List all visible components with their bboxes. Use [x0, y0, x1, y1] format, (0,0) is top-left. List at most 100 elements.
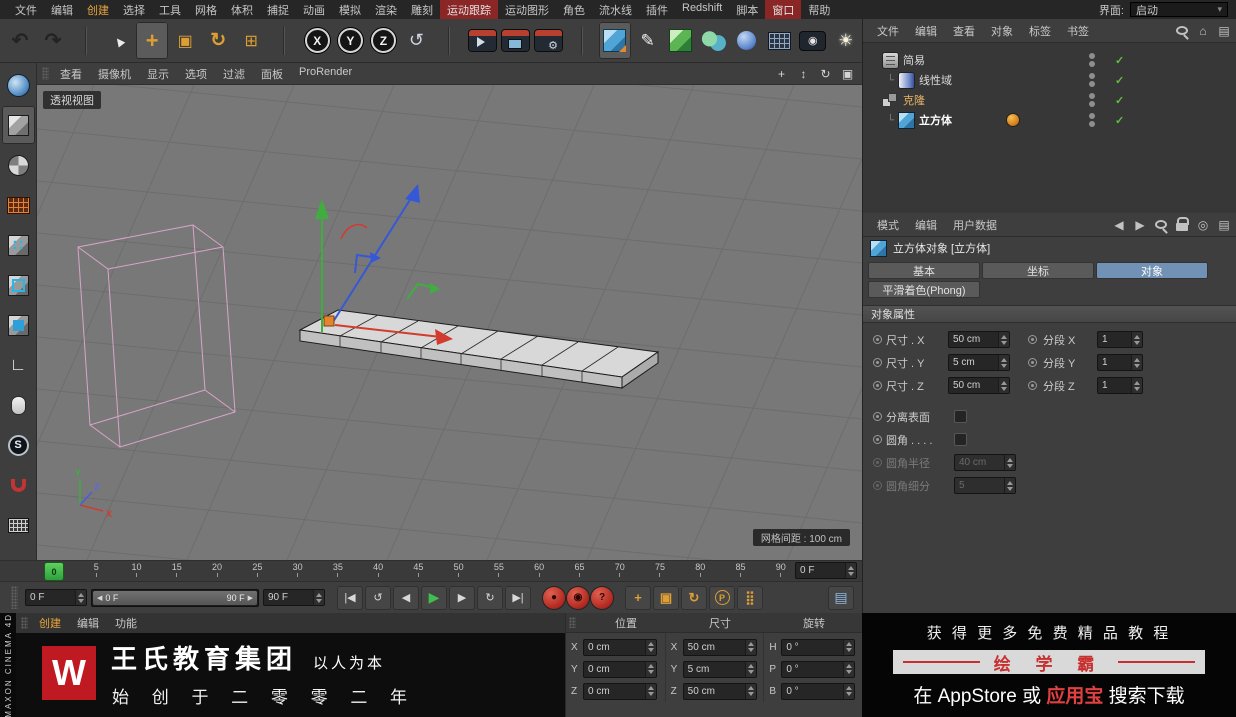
object-label[interactable]: 克隆 — [903, 92, 925, 108]
viewport-menu-options[interactable]: 选项 — [177, 63, 215, 85]
range-right-arrow-icon[interactable]: ▶ — [248, 594, 253, 602]
last-tool-button[interactable]: ⊞ — [235, 22, 267, 59]
animation-dot[interactable] — [873, 412, 882, 421]
enabled-toggle[interactable]: ✓ — [1115, 74, 1124, 87]
spinner[interactable] — [1131, 355, 1142, 370]
instance-button[interactable] — [698, 22, 730, 59]
viewport-menu-display[interactable]: 显示 — [139, 63, 177, 85]
goto-start-button[interactable]: |◀ — [337, 585, 363, 610]
points-mode-button[interactable] — [2, 226, 35, 264]
primitive-cube-button[interactable] — [598, 22, 631, 59]
timeline-tick[interactable]: 30 — [287, 562, 309, 581]
polygons-mode-button[interactable] — [2, 306, 35, 344]
loop-button[interactable]: ↻ — [477, 585, 503, 610]
animation-dot[interactable] — [1028, 335, 1037, 344]
size-y-field[interactable]: 5 cm — [948, 354, 1010, 371]
menubar-item-help[interactable]: 帮助 — [801, 0, 837, 20]
spinner[interactable] — [1131, 378, 1142, 393]
menubar-item-file[interactable]: 文件 — [8, 0, 44, 20]
enabled-toggle[interactable]: ✓ — [1115, 54, 1124, 67]
menubar-item-snap[interactable]: 捕捉 — [260, 0, 296, 20]
record-scale-button[interactable]: ▣ — [653, 585, 679, 610]
panel-menu-icon[interactable]: ▤ — [1218, 218, 1230, 232]
rotation-b-field[interactable]: 0 ° — [781, 682, 856, 700]
tab-basic[interactable]: 基本 — [868, 262, 980, 279]
animation-dot[interactable] — [1028, 381, 1037, 390]
range-left-arrow-icon[interactable]: ◀ — [97, 594, 102, 602]
spinner[interactable] — [75, 590, 86, 605]
end-frame-field[interactable]: 90 F — [263, 589, 325, 606]
point-level-animation-button[interactable]: ⣿ — [737, 585, 763, 610]
menubar-item-character[interactable]: 角色 — [556, 0, 592, 20]
animation-dot[interactable] — [873, 381, 882, 390]
search-icon[interactable] — [1176, 26, 1188, 35]
visibility-dots[interactable] — [1089, 73, 1095, 87]
spinner[interactable] — [313, 590, 324, 605]
spinner[interactable] — [845, 563, 856, 578]
separate-surfaces-checkbox[interactable] — [954, 410, 967, 423]
model-mode-button[interactable] — [1, 106, 35, 144]
rotation-p-field[interactable]: 0 ° — [781, 660, 856, 678]
light-button[interactable]: ☀ — [830, 22, 862, 59]
spinner[interactable] — [645, 683, 656, 699]
size-x-coord-field[interactable]: 50 cm — [682, 638, 757, 656]
am-menu-userdata[interactable]: 用户数据 — [945, 215, 1005, 235]
visibility-dots[interactable] — [1089, 93, 1095, 107]
spinner[interactable] — [843, 661, 855, 677]
object-label[interactable]: 立方体 — [919, 112, 952, 128]
lock-z-axis-button[interactable]: Z — [367, 22, 399, 59]
spinner[interactable] — [744, 661, 756, 677]
animation-dot[interactable] — [873, 358, 882, 367]
spinner[interactable] — [1131, 332, 1142, 347]
magnet-tool-button[interactable] — [2, 466, 35, 504]
menubar-item-sculpt[interactable]: 雕刻 — [404, 0, 440, 20]
play-forwards-button[interactable]: ▶ — [421, 585, 447, 610]
tab-object[interactable]: 对象 — [1096, 262, 1208, 279]
om-menu-view[interactable]: 查看 — [945, 21, 983, 41]
timeline-tick[interactable]: 75 — [649, 562, 671, 581]
record-parameter-button[interactable]: P — [709, 585, 735, 610]
object-row-cube[interactable]: └ 立方体 ✓ — [863, 110, 1236, 130]
autokey-button[interactable]: ◉ — [567, 586, 589, 609]
size-z-coord-field[interactable]: 50 cm — [682, 682, 757, 700]
om-menu-objects[interactable]: 对象 — [983, 21, 1021, 41]
timeline-tick[interactable]: 65 — [568, 562, 590, 581]
menubar-item-script[interactable]: 脚本 — [729, 0, 765, 20]
toggle-view-icon[interactable]: ▣ — [840, 67, 855, 81]
timeline-tick[interactable]: 85 — [730, 562, 752, 581]
timeline-tick[interactable]: 50 — [448, 562, 470, 581]
nav-back-icon[interactable]: ◀ — [1113, 218, 1125, 232]
timeline-tick[interactable]: 40 — [367, 562, 389, 581]
size-y-coord-field[interactable]: 5 cm — [682, 660, 757, 678]
perspective-viewport[interactable]: Y Z X 透视视图 网格间距 : 100 cm — [37, 85, 862, 560]
object-row-linear-field[interactable]: └ 线性域 ✓ — [863, 70, 1236, 90]
subdivision-surface-button[interactable] — [665, 22, 697, 59]
workplane-mode-button[interactable] — [2, 186, 35, 224]
volume-builder-button[interactable] — [731, 22, 763, 59]
menubar-item-redshift[interactable]: Redshift — [675, 0, 729, 20]
preview-range-slider[interactable]: ◀ 0 F 90 F ▶ — [91, 588, 259, 607]
panel-menu-icon[interactable]: ▤ — [1218, 24, 1230, 38]
view-label[interactable]: 透视视图 — [43, 91, 101, 109]
size-x-field[interactable]: 50 cm — [948, 331, 1010, 348]
viewport-menu-view[interactable]: 查看 — [52, 63, 90, 85]
size-z-field[interactable]: 50 cm — [948, 377, 1010, 394]
object-label[interactable]: 简易 — [903, 52, 925, 68]
object-label[interactable]: 线性域 — [919, 72, 952, 88]
position-z-field[interactable]: 0 cm — [583, 682, 657, 700]
coordinate-system-button[interactable]: ↺ — [400, 22, 432, 59]
timeline-tick[interactable]: 45 — [407, 562, 429, 581]
dolly-view-icon[interactable]: ↕ — [796, 67, 811, 81]
scale-tool-button[interactable]: ▣ — [169, 22, 201, 59]
drag-grip[interactable] — [42, 67, 49, 80]
previous-frame-button[interactable]: ◀ — [393, 585, 419, 610]
render-view-button[interactable] — [466, 22, 498, 59]
lock-x-axis-button[interactable]: X — [301, 22, 333, 59]
am-menu-edit[interactable]: 编辑 — [907, 215, 945, 235]
snap-toggle-button[interactable]: S — [2, 426, 35, 464]
rotate-tool-button[interactable]: ↻ — [202, 22, 234, 59]
om-menu-file[interactable]: 文件 — [869, 21, 907, 41]
drag-grip[interactable] — [569, 617, 576, 628]
pan-view-icon[interactable]: + — [774, 67, 789, 81]
lock-icon[interactable] — [1176, 217, 1189, 231]
